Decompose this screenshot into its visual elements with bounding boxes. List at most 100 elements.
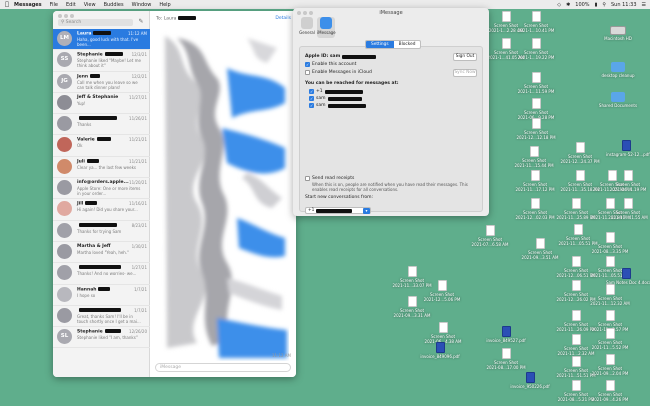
address-checkbox[interactable]: ✓ — [309, 89, 314, 94]
last-message-time: 11:12 AM — [272, 353, 291, 358]
conversation-item[interactable]: Hannah 1/7/21 I hope so — [53, 285, 150, 306]
file-name-suffix: 2021-1...11.59 PM — [517, 89, 555, 94]
conversation-item[interactable]: Martha & Jeff 1/30/21 Martha loved "Yeah, … — [53, 242, 150, 264]
conversation-item[interactable]: JG Jenn 12/2/21 Call me when you leave so w… — [53, 72, 150, 93]
conversation-item[interactable]: 11/26/21 Thanks — [53, 114, 150, 136]
address-checkbox[interactable]: ✓ — [309, 96, 314, 101]
folder-icon — [611, 62, 625, 72]
file-item[interactable]: Screen Shot 2021-08...3.35 PM — [590, 232, 630, 254]
tab-blocked[interactable]: Blocked — [394, 41, 421, 48]
conversation-item[interactable]: SS Stephanie 12/3/21 Stephanie liked "Maybe… — [53, 50, 150, 72]
conversation-name: info@orders.apple... — [77, 180, 129, 185]
file-item[interactable]: Screen Shot 2021-09...4.26 PM — [590, 380, 630, 402]
document-icon — [571, 280, 581, 291]
menu-edit[interactable]: Edit — [66, 2, 76, 8]
message-input[interactable]: iMessage — [155, 363, 291, 372]
tab-settings[interactable]: Settings — [366, 41, 394, 48]
file-item[interactable]: Screen Shot 2021-11...2.32 AM — [556, 334, 596, 356]
file-item[interactable]: Screen Shot 2021-1...10.41 PM — [516, 11, 556, 33]
file-item[interactable]: Screen Shot 2021-1...19.22 PM — [516, 38, 556, 60]
file-item[interactable]: Screen Shot 2021-11...17.12 PM — [515, 170, 555, 192]
menu-window[interactable]: Window — [132, 2, 152, 8]
conversation-item[interactable]: info@orders.apple... 11/20/21 Apple Store:… — [53, 178, 150, 200]
wifi-icon[interactable]: ◇ — [557, 2, 561, 8]
sign-out-button[interactable]: Sign Out — [453, 53, 477, 61]
menu-buddies[interactable]: Buddies — [104, 2, 124, 8]
conversation-name: Stephanie — [77, 329, 121, 335]
menu-app-name[interactable]: Messages — [14, 2, 42, 8]
to-name[interactable]: Laura — [164, 17, 177, 22]
conversation-item[interactable]: Jeff & Stephanie 11/27/21 Yup! — [53, 93, 150, 115]
conversation-item[interactable]: Juli 11/21/21 Clear ya... the last few wee… — [53, 157, 150, 179]
file-name-suffix: 2021-1...19.22 PM — [517, 55, 555, 60]
conversation-item[interactable]: 1/27/21 Thanks! And no worries- we... — [53, 263, 150, 285]
zoom-button[interactable] — [70, 14, 74, 18]
file-item[interactable]: Screen Shot 2021-11...12.32 AM — [590, 284, 630, 306]
sync-now-button[interactable]: Sync Now — [453, 69, 477, 77]
toolbar-imessage[interactable]: iMessage — [317, 17, 336, 38]
conversation-item[interactable]: SL Stephanie 12/26/20 Stephanie liked "I am… — [53, 327, 150, 349]
battery-icon[interactable]: ▮ — [595, 2, 598, 8]
clock[interactable]: Sun 11:33 — [611, 2, 637, 8]
file-item[interactable]: Screen Shot2021-06...4.38 AM — [423, 322, 463, 344]
address-row[interactable]: ✓ sam — [309, 103, 366, 108]
file-item[interactable]: Screen Shot 2021-09...2.04 PM — [590, 354, 630, 376]
chat-pane: To: Laura Details 11:12 AM iMessage — [151, 11, 296, 377]
document-icon — [605, 354, 615, 365]
start-from-select[interactable]: +1 ▾ — [305, 207, 371, 214]
file-item[interactable]: Screen Shot 2021-11...41.55 AM — [608, 198, 648, 220]
file-item[interactable]: Screen Shot 2021-1...11.59 PM — [516, 72, 556, 94]
file-item[interactable]: Screen Shot 2021-11...5.52 PM — [590, 328, 630, 350]
search-input[interactable]: ⚲ Search — [58, 19, 133, 26]
enable-account-row[interactable]: ✓ Enable this account — [305, 62, 356, 67]
file-item[interactable]: Screen Shot 2021-09...3.51 AM — [520, 238, 560, 260]
chevron-down-icon: ▾ — [363, 207, 370, 214]
bluetooth-icon[interactable]: ✱ — [566, 2, 570, 8]
file-item[interactable]: Screen Shot 2021-04...1.19 PM — [608, 170, 648, 192]
menu-help[interactable]: Help — [159, 2, 170, 8]
conversation-item[interactable]: 1/7/21 Great, thanks Sam! I'll be in touc… — [53, 306, 150, 328]
drive-item[interactable]: Macintosh HD — [598, 26, 638, 41]
file-item[interactable]: Screen Shot 2021-07...6.58 AM — [470, 225, 510, 247]
toolbar-general[interactable]: General — [298, 17, 316, 38]
file-item[interactable]: Screen Shot 2021-08...17.00 PM — [486, 348, 526, 370]
file-item[interactable]: instagram-52-12...pdf — [606, 140, 650, 157]
file-item[interactable]: Screen Shot2021-06...9.28 PM — [516, 98, 556, 120]
details-button[interactable]: Details — [275, 16, 291, 21]
document-icon — [605, 284, 615, 295]
enable-icloud-row[interactable]: Enable Messages in iCloud — [305, 70, 372, 75]
conversation-item[interactable]: 8/23/21 Thanks for trying Sam — [53, 221, 150, 242]
close-button[interactable] — [58, 14, 62, 18]
menu-view[interactable]: View — [84, 2, 96, 8]
folder-item[interactable]: Shared Documents — [598, 92, 638, 108]
conversation-date: 1/27/21 — [131, 265, 147, 271]
battery-percent[interactable]: 100% — [575, 2, 589, 8]
file-item[interactable]: Screen Shot 2021-12...02.03 PM — [515, 198, 555, 220]
address-checkbox[interactable]: ✓ — [309, 103, 314, 108]
conversation-item[interactable]: Jill 11/16/21 Hi again! Did you share your… — [53, 199, 150, 221]
file-item[interactable]: Screen Shot 2021-11...15.44 PM — [514, 146, 554, 168]
address-row[interactable]: ✓ +1 — [309, 89, 363, 94]
file-item[interactable]: invoice_950226.pdf — [510, 372, 550, 389]
conversation-item[interactable]: Valerie 11/21/21 Ok — [53, 135, 150, 157]
enable-account-checkbox[interactable]: ✓ — [305, 62, 310, 67]
enable-icloud-checkbox[interactable] — [305, 70, 310, 75]
conversation-name: Laura — [77, 31, 112, 37]
folder-item[interactable]: desktop cleanup — [598, 62, 638, 78]
file-item[interactable]: Screen Shot 2021-12...24.37 PM — [560, 142, 600, 164]
read-receipts-row[interactable]: Send read receipts — [305, 176, 354, 181]
minimize-button[interactable] — [64, 14, 68, 18]
file-item[interactable]: Screen Shot 2021-12...12.18 PM — [516, 118, 556, 140]
file-item[interactable]: invoice_849527.pdf — [486, 326, 526, 343]
file-item[interactable]: Sam Notes Doc 4.docx — [606, 268, 650, 285]
notification-center-icon[interactable]: ☰ — [642, 2, 646, 8]
apple-menu-icon[interactable]:  — [0, 1, 14, 8]
file-item[interactable]: Screen Shot 2021-09...3.31 AM — [392, 296, 432, 318]
file-item[interactable]: invoice_849096.pdf — [420, 342, 460, 359]
conversation-item[interactable]: LM Laura 11:12 AM Haha, good luck with that… — [53, 29, 150, 51]
search-icon[interactable]: ⚲ — [602, 2, 606, 8]
compose-icon[interactable]: ✎ — [137, 18, 145, 26]
menu-file[interactable]: File — [50, 2, 58, 8]
read-receipts-checkbox[interactable] — [305, 176, 310, 181]
address-row[interactable]: ✓ sam — [309, 96, 362, 101]
